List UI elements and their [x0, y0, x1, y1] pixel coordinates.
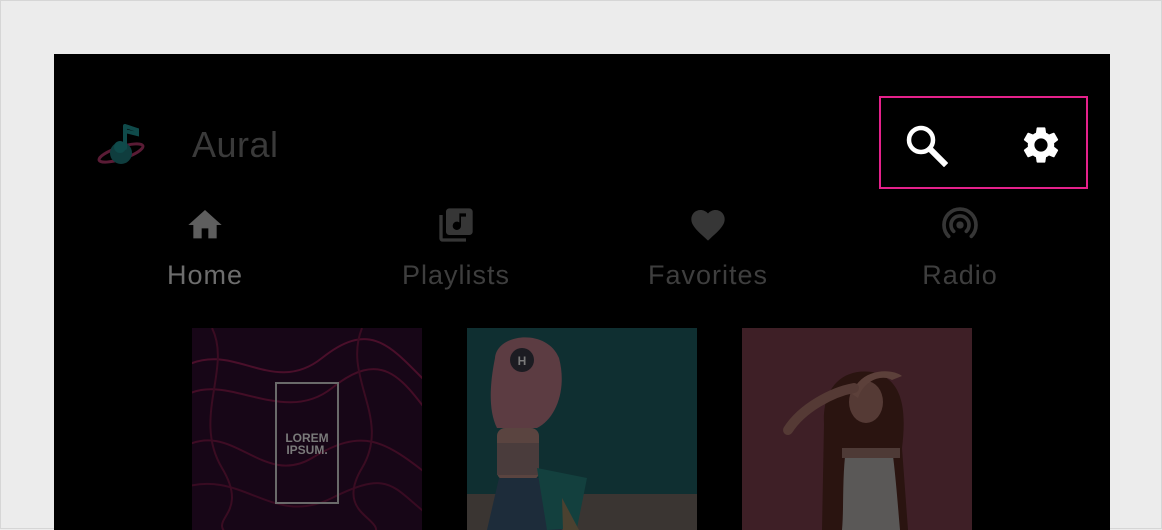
tab-playlists-label: Playlists: [401, 260, 511, 290]
album-art-image: [192, 328, 422, 530]
tab-radio[interactable]: Radio: [850, 202, 1070, 302]
tab-home[interactable]: Home: [95, 202, 315, 302]
nav-tabs: Home Playlists Favorites Radio: [54, 202, 1110, 302]
settings-button[interactable]: [1019, 123, 1063, 167]
search-button[interactable]: [904, 123, 949, 168]
tab-favorites[interactable]: Favorites: [598, 202, 818, 302]
tab-favorites-label: Favorites: [647, 260, 769, 290]
home-icon: [188, 210, 222, 239]
app-window: Aural Home Playlists Favorites Radio LOR…: [54, 54, 1110, 530]
radio-icon: [942, 207, 978, 239]
tab-radio-label: Radio: [922, 260, 998, 290]
album-art-image: H: [467, 328, 697, 530]
album-card[interactable]: LOREM IPSUM.: [192, 328, 422, 530]
tab-home-label: Home: [166, 260, 244, 290]
search-icon: [906, 125, 949, 168]
gear-icon: [1023, 127, 1059, 163]
album-card[interactable]: [742, 328, 972, 530]
heart-icon: [691, 210, 725, 241]
album-art-image: [742, 328, 972, 530]
playlist-icon: [439, 208, 473, 242]
screenshot-frame: Aural Home Playlists Favorites Radio LOR…: [0, 0, 1162, 530]
tab-playlists[interactable]: Playlists: [346, 202, 566, 302]
app-title: Aural: [192, 124, 279, 165]
album-art-text: LOREM IPSUM.: [285, 431, 329, 457]
album-card[interactable]: H: [467, 328, 697, 530]
app-logo: [97, 124, 145, 164]
headphone-badge: H: [518, 354, 527, 368]
